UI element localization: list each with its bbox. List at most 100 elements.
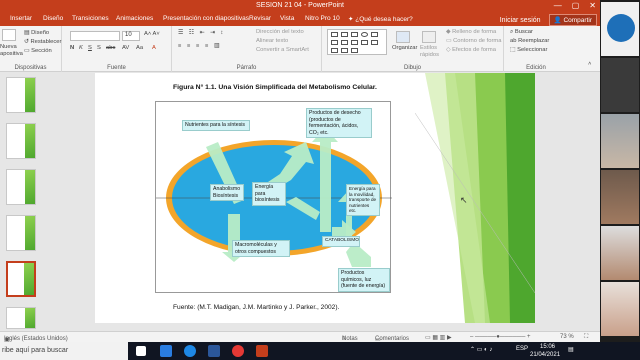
font-size-input[interactable]: 10: [122, 31, 140, 41]
chrome-icon[interactable]: [232, 345, 244, 357]
signin-link[interactable]: Iniciar sesión: [500, 17, 541, 24]
font-color-icon[interactable]: A: [152, 45, 156, 51]
ribbon-tabs: Insertar Diseño Transiciones Animaciones…: [0, 12, 600, 26]
tab-insertar[interactable]: Insertar: [10, 15, 32, 22]
effects-icon: ◇: [446, 47, 451, 53]
rect-shape-icon[interactable]: [351, 32, 358, 37]
arrow-shape-icon[interactable]: [331, 40, 338, 45]
label-nutrientes: Nutrientes para la síntesis: [182, 120, 250, 131]
brace-shape-icon[interactable]: [371, 40, 378, 45]
task-view-icon[interactable]: [136, 346, 146, 356]
share-label: Compartir: [563, 17, 592, 24]
slide-thumbnail[interactable]: [6, 307, 36, 329]
font-name-input[interactable]: [70, 31, 120, 41]
shape-effects-button[interactable]: ◇ Efectos de forma: [446, 47, 496, 53]
tab-revisar[interactable]: Revisar: [249, 15, 271, 22]
tab-transiciones[interactable]: Transiciones: [72, 15, 109, 22]
replace-button[interactable]: ab Reemplazar: [510, 38, 549, 44]
list-icons[interactable]: ☰ ☷ ⇤ ⇥ ↕: [178, 30, 225, 36]
minimize-button[interactable]: —: [554, 1, 562, 10]
rect-shape-icon-2[interactable]: [371, 32, 378, 37]
shapes-gallery[interactable]: [327, 29, 387, 55]
green-decoration: [415, 73, 535, 323]
lightbulb-icon: ✦: [348, 16, 354, 23]
shape-fill-button[interactable]: ◆ Relleno de forma: [446, 29, 496, 35]
quick-styles-icon[interactable]: [422, 31, 436, 43]
tab-animaciones[interactable]: Animaciones: [116, 15, 153, 22]
quick-styles-label-2[interactable]: rápidos: [420, 52, 439, 58]
new-slide-icon[interactable]: [2, 29, 16, 41]
slide-thumbnail[interactable]: [6, 123, 36, 159]
callout-shape-icon[interactable]: [351, 40, 358, 45]
windows-taskbar: ribe aquí para buscar ⌃ ▭ ◐ ♪ ESP 15:06 …: [0, 342, 640, 360]
reset-button[interactable]: ↺ Restablecer: [24, 39, 61, 45]
clock-time[interactable]: 15:06: [540, 344, 555, 350]
taskbar-search-input[interactable]: ribe aquí para buscar: [0, 342, 128, 360]
smartart-button[interactable]: Convertir a SmartArt: [256, 47, 309, 53]
slide-thumbnail[interactable]: [6, 169, 36, 205]
share-button[interactable]: 👤 Compartir: [548, 14, 597, 26]
bracket-shape-icon[interactable]: [331, 48, 338, 53]
grow-font-icon[interactable]: A˄ A˅: [144, 31, 160, 37]
fit-slide-icon[interactable]: ⛶: [584, 334, 588, 341]
line-shape-icon[interactable]: [331, 32, 338, 37]
new-slide-label-1[interactable]: Nueva: [0, 44, 17, 50]
webcam-tile: [601, 282, 639, 336]
language-indicator[interactable]: ESP: [516, 346, 528, 352]
tell-me-search[interactable]: ✦ ¿Qué desea hacer?: [348, 15, 413, 23]
layout-button[interactable]: ▤ Diseño: [24, 30, 49, 36]
shadow-button[interactable]: S: [97, 45, 101, 51]
maximize-button[interactable]: ▢: [572, 1, 580, 10]
zoom-level[interactable]: 73 %: [560, 334, 574, 340]
arrange-button[interactable]: Organizar: [392, 45, 417, 51]
star-shape-icon[interactable]: [361, 40, 368, 45]
underline-button[interactable]: S: [88, 45, 92, 51]
align-text-button[interactable]: Alinear texto: [256, 38, 288, 44]
line-shape-icon-2[interactable]: [341, 32, 348, 37]
text-direction-button[interactable]: Dirección del texto: [256, 29, 304, 35]
slide-thumbnail-selected[interactable]: [6, 261, 36, 297]
shape-outline-button[interactable]: ▭ Contorno de forma: [446, 38, 501, 44]
tab-vista[interactable]: Vista: [280, 15, 294, 22]
align-icons[interactable]: ≡ ≡ ≡ ≡ ▥: [178, 43, 221, 49]
slide-thumbnail[interactable]: [6, 215, 36, 251]
view-buttons[interactable]: ▭ ▦ ▥ ▶: [425, 334, 452, 341]
section-button[interactable]: ▭ Sección: [24, 48, 52, 54]
group-label-fuente: Fuente: [107, 65, 126, 71]
tab-presentacion[interactable]: Presentación con diapositivas: [163, 15, 249, 22]
word-icon[interactable]: [208, 345, 220, 357]
webcam-strip: [600, 0, 640, 360]
select-button[interactable]: ⬚ Seleccionar: [510, 47, 547, 53]
flow-shape-icon[interactable]: [351, 48, 358, 53]
oval-shape-icon[interactable]: [361, 32, 368, 37]
arrange-icon[interactable]: [396, 31, 410, 43]
slide-canvas[interactable]: Figura N° 1.1. Una Visión Simplificada d…: [95, 73, 535, 323]
edge-icon[interactable]: [160, 345, 172, 357]
label-energia-biosintesis: Energía para biosíntesis: [252, 182, 286, 206]
curve-shape-icon[interactable]: [341, 48, 348, 53]
triangle-shape-icon[interactable]: [341, 40, 348, 45]
tray-icons[interactable]: ⌃ ▭ ◐ ♪: [470, 346, 492, 353]
webcam-logo-tile: [601, 2, 639, 56]
quick-styles-label-1[interactable]: Estilos: [420, 45, 437, 51]
window-title: SESION 21 04 - PowerPoint: [256, 2, 344, 9]
edge-chromium-icon[interactable]: [184, 345, 196, 357]
new-slide-label-2[interactable]: apositiva: [0, 51, 23, 57]
zoom-slider[interactable]: – ─────●────── +: [470, 334, 531, 340]
slide-thumbnail[interactable]: [6, 77, 36, 113]
case-button[interactable]: Aa: [136, 45, 143, 51]
powerpoint-icon[interactable]: [256, 345, 268, 357]
find-button[interactable]: ⌕ Buscar: [510, 29, 533, 36]
bold-button[interactable]: N: [70, 45, 74, 51]
collapse-ribbon-icon[interactable]: ˄: [588, 61, 591, 67]
tab-nitro[interactable]: Nitro Pro 10: [305, 15, 340, 22]
tell-me-label: ¿Qué desea hacer?: [355, 16, 413, 23]
italic-button[interactable]: K: [79, 45, 83, 51]
close-button[interactable]: ✕: [589, 1, 596, 10]
notifications-icon[interactable]: ▤: [568, 346, 574, 353]
clock-date[interactable]: 21/04/2021: [530, 352, 560, 358]
strikethrough-button[interactable]: abc: [106, 45, 115, 51]
group-label-edicion: Edición: [526, 65, 546, 71]
spacing-button[interactable]: AV: [122, 45, 129, 51]
tab-diseno[interactable]: Diseño: [43, 15, 63, 22]
